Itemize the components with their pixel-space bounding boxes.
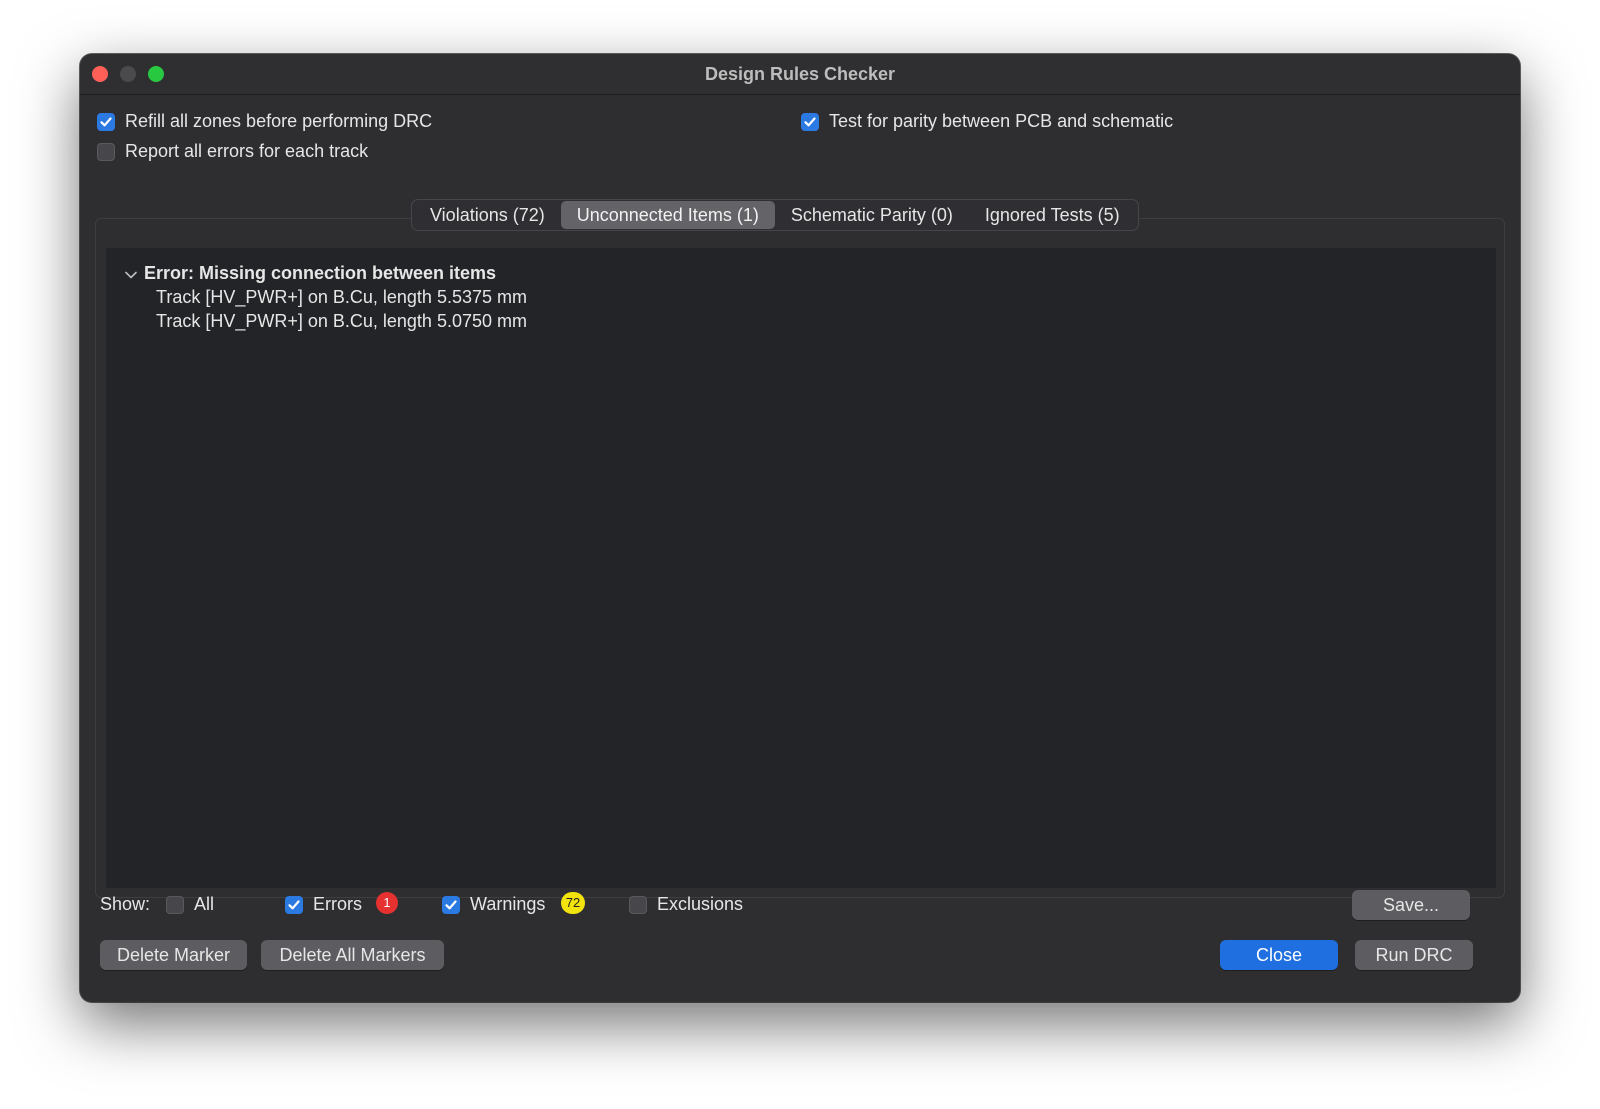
show-all-option[interactable]: All [166, 894, 214, 915]
window-title: Design Rules Checker [704, 64, 896, 84]
show-label: Show: [100, 894, 151, 914]
show-all-checkbox[interactable] [166, 895, 184, 914]
show-exclusions-checkbox[interactable] [629, 895, 647, 914]
title-bar[interactable]: Design Rules Checker [80, 54, 1520, 95]
refill-zones-checkbox[interactable] [97, 112, 115, 131]
tab-schematic-parity[interactable]: Schematic Parity (0) [775, 201, 969, 229]
error-group-title[interactable]: Error: Missing connection between items [144, 263, 496, 284]
report-all-errors-option[interactable]: Report all errors for each track [97, 141, 368, 162]
drc-dialog: Design Rules Checker Refill all zones be… [80, 54, 1520, 1002]
delete-marker-button[interactable]: Delete Marker [100, 940, 247, 970]
tree-item[interactable]: Track [HV_PWR+] on B.Cu, length 5.5375 m… [156, 287, 527, 308]
tab-ignored-tests[interactable]: Ignored Tests (5) [969, 201, 1136, 229]
show-warnings-checkbox[interactable] [442, 895, 460, 914]
show-all-label: All [194, 894, 215, 914]
run-drc-button[interactable]: Run DRC [1355, 940, 1473, 970]
test-parity-option[interactable]: Test for parity between PCB and schemati… [801, 111, 1173, 132]
chevron-down-icon[interactable] [124, 270, 138, 280]
close-button[interactable]: Close [1220, 940, 1338, 970]
results-tab-bar: Violations (72) Unconnected Items (1) Sc… [411, 199, 1139, 231]
test-parity-label: Test for parity between PCB and schemati… [829, 111, 1174, 131]
warnings-count-badge: 72 [561, 892, 585, 914]
save-button[interactable]: Save... [1352, 890, 1470, 920]
tab-unconnected-items[interactable]: Unconnected Items (1) [560, 201, 775, 229]
show-warnings-option[interactable]: Warnings [442, 894, 545, 915]
tab-violations[interactable]: Violations (72) [414, 201, 561, 229]
refill-zones-option[interactable]: Refill all zones before performing DRC [97, 111, 432, 132]
test-parity-checkbox[interactable] [801, 112, 819, 131]
show-errors-label: Errors [313, 894, 362, 914]
show-exclusions-option[interactable]: Exclusions [629, 894, 743, 915]
checkmark-icon [288, 899, 300, 909]
checkmark-icon [445, 899, 457, 909]
checkmark-icon [100, 116, 112, 126]
refill-zones-label: Refill all zones before performing DRC [125, 111, 433, 131]
checkmark-icon [804, 116, 816, 126]
show-errors-option[interactable]: Errors [285, 894, 362, 915]
show-warnings-label: Warnings [470, 894, 546, 914]
show-exclusions-label: Exclusions [657, 894, 744, 914]
delete-all-markers-button[interactable]: Delete All Markers [261, 940, 444, 970]
report-all-errors-checkbox[interactable] [97, 142, 115, 161]
errors-count-badge: 1 [376, 892, 398, 914]
tree-item[interactable]: Track [HV_PWR+] on B.Cu, length 5.0750 m… [156, 311, 527, 332]
unconnected-items-tree[interactable]: Error: Missing connection between items … [106, 248, 1496, 888]
show-errors-checkbox[interactable] [285, 895, 303, 914]
report-all-errors-label: Report all errors for each track [125, 141, 369, 161]
